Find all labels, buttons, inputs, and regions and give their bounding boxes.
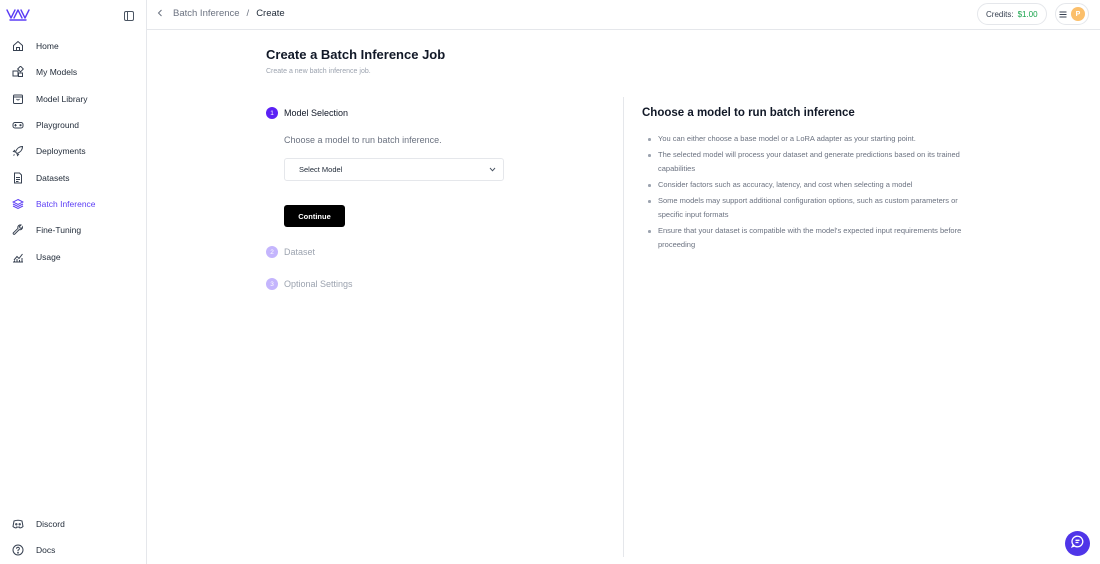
page-subtitle: Create a new batch inference job. — [266, 68, 371, 75]
sidebar-item-label: Batch Inference — [36, 198, 96, 209]
models-icon — [12, 66, 24, 78]
model-select-value: Select Model — [299, 165, 343, 174]
info-title: Choose a model to run batch inference — [642, 107, 855, 119]
chevron-down-icon — [489, 167, 496, 173]
step-optional-settings[interactable]: 3 Optional Settings — [266, 278, 353, 290]
sidebar-item-docs[interactable]: Docs — [0, 537, 146, 563]
help-icon — [12, 544, 24, 556]
step-number: 1 — [266, 107, 278, 119]
sidebar-item-label: Deployments — [36, 146, 86, 157]
gamepad-icon — [12, 119, 24, 131]
step-label: Optional Settings — [284, 279, 353, 289]
breadcrumb: Batch Inference / Create — [157, 8, 285, 19]
breadcrumb-separator: / — [246, 8, 250, 19]
chat-icon — [1070, 535, 1084, 553]
sidebar-item-label: Datasets — [36, 172, 70, 183]
info-bullet: The selected model will process your dat… — [648, 148, 968, 176]
rocket-icon — [12, 145, 24, 157]
step-dataset[interactable]: 2 Dataset — [266, 246, 315, 258]
step-model-selection[interactable]: 1 Model Selection — [266, 107, 348, 119]
sidebar-item-home[interactable]: Home — [0, 33, 146, 59]
sidebar-item-fine-tuning[interactable]: Fine-Tuning — [0, 217, 146, 243]
wrench-icon — [12, 224, 24, 236]
breadcrumb-batch-inference[interactable]: Batch Inference — [173, 8, 240, 19]
user-menu-button[interactable]: P — [1055, 3, 1089, 25]
sidebar-item-datasets[interactable]: Datasets — [0, 164, 146, 190]
sidebar-item-deployments[interactable]: Deployments — [0, 138, 146, 164]
step-label: Model Selection — [284, 108, 349, 118]
credits-label: Credits: — [986, 9, 1014, 19]
sidebar-item-usage[interactable]: Usage — [0, 243, 146, 269]
step-label: Dataset — [284, 247, 316, 257]
sidebar-item-model-library[interactable]: Model Library — [0, 86, 146, 112]
sidebar-item-label: Playground — [36, 120, 80, 131]
step-number: 2 — [266, 246, 278, 258]
sidebar-item-label: Model Library — [36, 93, 88, 104]
step-description: Choose a model to run batch inference. — [284, 135, 442, 145]
info-list: You can either choose a base model or a … — [648, 132, 968, 254]
sidebar-item-playground[interactable]: Playground — [0, 112, 146, 138]
top-bar: Batch Inference / Create Credits: $1.00 … — [147, 0, 1100, 30]
avatar: P — [1071, 7, 1085, 21]
sidebar-item-discord[interactable]: Discord — [0, 511, 146, 537]
sidebar-item-label: Home — [36, 41, 59, 52]
credits-value: $1.00 — [1017, 9, 1038, 19]
sidebar-bottom-nav: Discord Docs — [0, 511, 146, 564]
sidebar-item-label: Fine-Tuning — [36, 225, 82, 236]
breadcrumb-create: Create — [256, 8, 285, 19]
sidebar-collapse-icon[interactable] — [124, 8, 136, 21]
sidebar-nav: Home My Models Model Library Playground … — [0, 33, 146, 270]
logo-icon[interactable] — [6, 6, 30, 22]
sidebar-item-label: Discord — [36, 519, 65, 530]
info-bullet: You can either choose a base model or a … — [648, 132, 968, 146]
discord-icon — [12, 518, 24, 530]
chat-support-button[interactable] — [1065, 531, 1090, 556]
column-divider — [623, 97, 624, 557]
credits-badge[interactable]: Credits: $1.00 — [977, 3, 1047, 25]
chevron-left-icon[interactable] — [157, 9, 165, 19]
step-number: 3 — [266, 278, 278, 290]
library-icon — [12, 93, 24, 105]
sidebar-item-my-models[interactable]: My Models — [0, 59, 146, 85]
info-bullet: Some models may support additional confi… — [648, 194, 968, 222]
chart-icon — [12, 251, 24, 263]
info-bullet: Consider factors such as accuracy, laten… — [648, 178, 968, 192]
sidebar: Home My Models Model Library Playground … — [0, 0, 147, 564]
page-title: Create a Batch Inference Job — [266, 47, 446, 62]
model-select[interactable]: Select Model — [284, 158, 504, 181]
document-icon — [12, 172, 24, 184]
home-icon — [12, 40, 24, 52]
layers-icon — [12, 198, 24, 210]
sidebar-item-label: Docs — [36, 545, 56, 556]
continue-button[interactable]: Continue — [284, 205, 345, 227]
info-bullet: Ensure that your dataset is compatible w… — [648, 224, 968, 252]
sidebar-item-batch-inference[interactable]: Batch Inference — [0, 191, 146, 217]
sidebar-item-label: Usage — [36, 251, 61, 262]
menu-icon — [1059, 5, 1067, 23]
sidebar-item-label: My Models — [36, 67, 78, 78]
